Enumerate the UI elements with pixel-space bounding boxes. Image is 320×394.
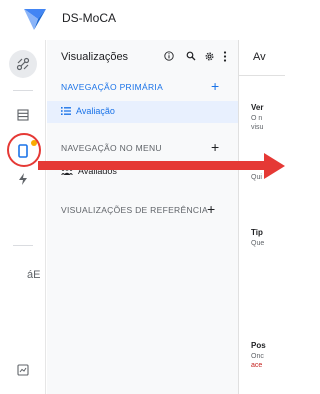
nav-item-label: Avaliação <box>76 106 115 116</box>
top-bar: DS-MoCA <box>0 0 285 40</box>
more-vert-icon[interactable] <box>223 51 227 62</box>
settings-icon <box>17 364 29 376</box>
detail-heading: Tip <box>251 228 263 237</box>
highlight-circle <box>7 133 41 167</box>
connections-icon <box>16 57 30 71</box>
detail-link-text: ace <box>251 362 263 369</box>
section-label: NAVEGAÇÃO PRIMÁRIA <box>61 82 164 92</box>
left-rail <box>0 40 46 394</box>
add-reference-view-button[interactable]: + <box>207 202 215 216</box>
detail-header: Av <box>239 40 285 76</box>
table-icon <box>17 109 29 121</box>
rail-divider <box>13 90 33 91</box>
view-detail-pane: Av Ver O n visu Qui Tip Que Pos Onc ace <box>238 40 285 394</box>
rail-stray-text: áE <box>27 269 41 281</box>
red-arrow-annotation <box>38 153 285 179</box>
info-icon[interactable] <box>164 51 174 61</box>
search-icon[interactable] <box>186 51 196 61</box>
panel-title: Visualizações <box>61 51 129 63</box>
views-panel: Visualizações NAVEGAÇÃO PRIMÁRIA + Avali… <box>47 40 238 394</box>
detail-title: Av <box>253 51 266 63</box>
rail-item-connections[interactable] <box>9 50 37 78</box>
rail-divider <box>13 245 33 246</box>
nav-item-avaliacao[interactable]: Avaliação <box>47 101 238 123</box>
app-title: DS-MoCA <box>62 11 117 25</box>
app-logo-icon[interactable] <box>22 7 48 31</box>
add-primary-view-button[interactable]: + <box>211 79 219 93</box>
lightning-icon <box>19 173 27 185</box>
detail-heading: Ver <box>251 103 264 112</box>
rail-item-settings[interactable] <box>13 360 33 380</box>
section-label: VISUALIZAÇÕES DE REFERÊNCIA <box>61 205 208 215</box>
panel-header: Visualizações <box>47 40 238 76</box>
detail-text: Que <box>251 240 265 247</box>
detail-text: visu <box>251 124 264 131</box>
section-reference-views: VISUALIZAÇÕES DE REFERÊNCIA + <box>47 201 238 221</box>
gear-icon[interactable] <box>204 51 215 62</box>
detail-heading: Pos <box>251 341 266 350</box>
list-icon <box>61 107 71 115</box>
rail-item-data[interactable] <box>13 105 33 125</box>
detail-text: O n <box>251 115 263 122</box>
section-primary-navigation: NAVEGAÇÃO PRIMÁRIA + <box>47 78 238 98</box>
rail-item-actions[interactable] <box>13 169 33 189</box>
detail-text: Onc <box>251 353 264 360</box>
